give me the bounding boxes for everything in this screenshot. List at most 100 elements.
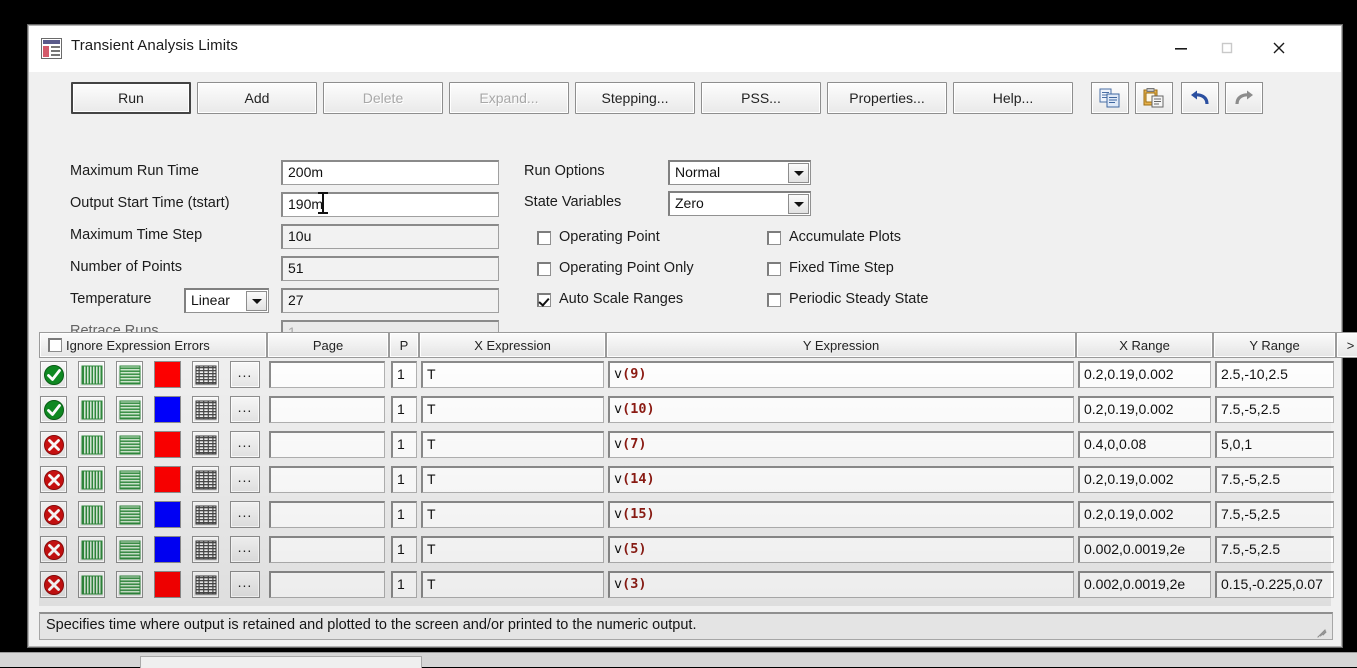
checkbox-indicator[interactable] [537, 293, 551, 307]
temperature-input[interactable]: 27 [281, 288, 499, 313]
ignore-expression-errors-checkbox[interactable] [48, 338, 62, 352]
y-expression-cell[interactable]: v(7) [608, 431, 1074, 458]
col-y-expression[interactable]: Y Expression [606, 332, 1076, 358]
numeric-output-icon[interactable] [192, 431, 219, 458]
y-expression-cell[interactable]: v(5) [608, 536, 1074, 563]
maximize-button[interactable] [1204, 26, 1249, 70]
row-options-button[interactable]: ... [230, 431, 260, 458]
x-expression-cell[interactable]: T [421, 361, 604, 388]
y-grid-icon[interactable] [116, 571, 143, 598]
y-grid-icon[interactable] [116, 361, 143, 388]
trace-color-swatch[interactable] [154, 571, 181, 598]
state-variables-select[interactable]: Zero [668, 191, 811, 216]
enable-toggle-icon[interactable] [40, 431, 67, 458]
x-range-cell[interactable]: 0.2,0.19,0.002 [1078, 466, 1211, 493]
col-p[interactable]: P [389, 332, 419, 358]
enable-toggle-icon[interactable] [40, 571, 67, 598]
add-button[interactable]: Add [197, 82, 317, 114]
number-of-points-input[interactable]: 51 [281, 256, 499, 281]
output-start-time-input[interactable]: 190m [281, 192, 499, 217]
close-button[interactable] [1256, 26, 1301, 70]
p-cell[interactable]: 1 [391, 431, 417, 458]
trace-color-swatch[interactable] [154, 396, 181, 423]
row-options-button[interactable]: ... [230, 536, 260, 563]
x-grid-icon[interactable] [78, 361, 105, 388]
x-range-cell[interactable]: 0.2,0.19,0.002 [1078, 501, 1211, 528]
x-grid-icon[interactable] [78, 431, 105, 458]
x-grid-icon[interactable] [78, 396, 105, 423]
x-range-cell[interactable]: 0.2,0.19,0.002 [1078, 361, 1211, 388]
undo-icon[interactable] [1181, 82, 1219, 114]
p-cell[interactable]: 1 [391, 571, 417, 598]
y-expression-cell[interactable]: v(9) [608, 361, 1074, 388]
checkbox-indicator[interactable] [767, 231, 781, 245]
pss-button[interactable]: PSS... [701, 82, 821, 114]
resize-grip-icon[interactable] [1313, 621, 1329, 638]
y-range-cell[interactable]: 0.15,-0.225,0.07 [1215, 571, 1334, 598]
y-range-cell[interactable]: 5,0,1 [1215, 431, 1334, 458]
stepping-button[interactable]: Stepping... [575, 82, 695, 114]
p-cell[interactable]: 1 [391, 361, 417, 388]
maximum-run-time-input[interactable]: 200m [281, 160, 499, 185]
x-expression-cell[interactable]: T [421, 536, 604, 563]
numeric-output-icon[interactable] [192, 571, 219, 598]
page-cell[interactable] [269, 536, 385, 563]
properties-button[interactable]: Properties... [827, 82, 947, 114]
p-cell[interactable]: 1 [391, 501, 417, 528]
enable-toggle-icon[interactable] [40, 501, 67, 528]
x-range-cell[interactable]: 0.2,0.19,0.002 [1078, 396, 1211, 423]
x-expression-cell[interactable]: T [421, 466, 604, 493]
trace-color-swatch[interactable] [154, 466, 181, 493]
y-expression-cell[interactable]: v(15) [608, 501, 1074, 528]
enable-toggle-icon[interactable] [40, 536, 67, 563]
enable-toggle-icon[interactable] [40, 396, 67, 423]
trace-color-swatch[interactable] [154, 501, 181, 528]
numeric-output-icon[interactable] [192, 396, 219, 423]
checkbox-indicator[interactable] [537, 262, 551, 276]
row-options-button[interactable]: ... [230, 466, 260, 493]
x-expression-cell[interactable]: T [421, 431, 604, 458]
col-scroll-right[interactable]: > [1336, 332, 1357, 358]
page-cell[interactable] [269, 501, 385, 528]
trace-color-swatch[interactable] [154, 536, 181, 563]
p-cell[interactable]: 1 [391, 396, 417, 423]
numeric-output-icon[interactable] [192, 501, 219, 528]
p-cell[interactable]: 1 [391, 536, 417, 563]
row-options-button[interactable]: ... [230, 571, 260, 598]
y-range-cell[interactable]: 7.5,-5,2.5 [1215, 536, 1334, 563]
trace-color-swatch[interactable] [154, 431, 181, 458]
chevron-down-icon[interactable] [788, 194, 809, 214]
y-expression-cell[interactable]: v(14) [608, 466, 1074, 493]
enable-toggle-icon[interactable] [40, 466, 67, 493]
row-options-button[interactable]: ... [230, 501, 260, 528]
copy-icon[interactable] [1091, 82, 1129, 114]
enable-toggle-icon[interactable] [40, 361, 67, 388]
col-page[interactable]: Page [267, 332, 389, 358]
y-grid-icon[interactable] [116, 536, 143, 563]
y-grid-icon[interactable] [116, 466, 143, 493]
x-range-cell[interactable]: 0.4,0,0.08 [1078, 431, 1211, 458]
x-grid-icon[interactable] [78, 501, 105, 528]
trace-color-swatch[interactable] [154, 361, 181, 388]
y-grid-icon[interactable] [116, 431, 143, 458]
numeric-output-icon[interactable] [192, 466, 219, 493]
chevron-down-icon[interactable] [788, 163, 809, 183]
help-button[interactable]: Help... [953, 82, 1073, 114]
run-button[interactable]: Run [71, 82, 191, 114]
checkbox-indicator[interactable] [537, 231, 551, 245]
col-x-range[interactable]: X Range [1076, 332, 1213, 358]
y-range-cell[interactable]: 7.5,-5,2.5 [1215, 501, 1334, 528]
y-expression-cell[interactable]: v(3) [608, 571, 1074, 598]
x-grid-icon[interactable] [78, 571, 105, 598]
x-expression-cell[interactable]: T [421, 396, 604, 423]
col-x-expression[interactable]: X Expression [419, 332, 606, 358]
col-ignore-expression-errors[interactable]: Ignore Expression Errors [39, 332, 267, 358]
maximum-time-step-input[interactable]: 10u [281, 224, 499, 249]
x-grid-icon[interactable] [78, 466, 105, 493]
x-expression-cell[interactable]: T [421, 571, 604, 598]
run-options-select[interactable]: Normal [668, 160, 811, 185]
checkbox-indicator[interactable] [767, 293, 781, 307]
y-grid-icon[interactable] [116, 396, 143, 423]
y-range-cell[interactable]: 7.5,-5,2.5 [1215, 396, 1334, 423]
page-cell[interactable] [269, 361, 385, 388]
